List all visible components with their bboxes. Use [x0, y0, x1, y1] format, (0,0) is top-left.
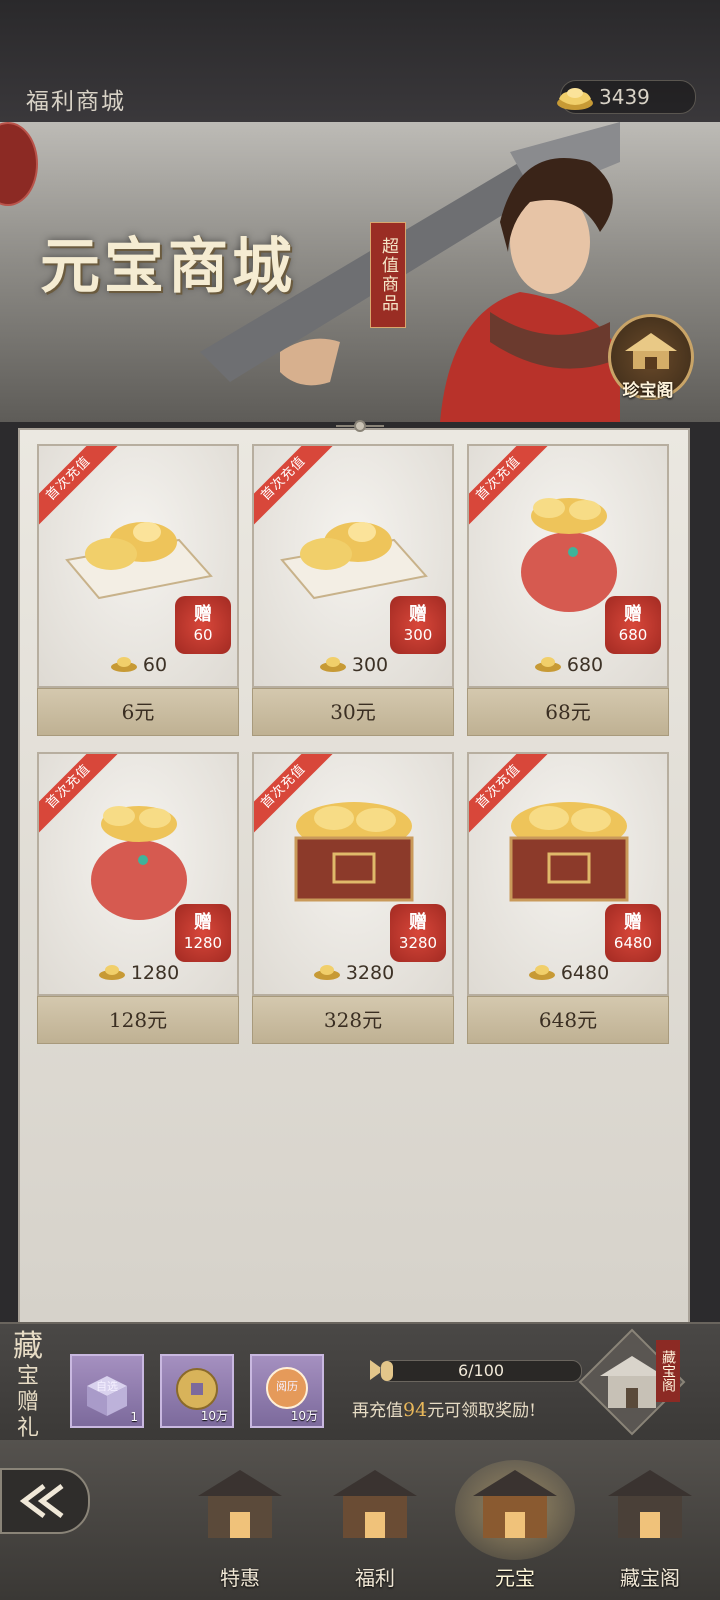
ingot-amount-value: 6480: [560, 962, 610, 984]
price-button[interactable]: 128元: [37, 996, 239, 1044]
bonus-badge: 赠 6480: [605, 904, 661, 962]
product-card[interactable]: 首次充值赠 680 680 68元: [467, 444, 669, 736]
product-image-area: 首次充值赠 3280 3280: [252, 752, 454, 996]
currency-value: 3439: [599, 85, 650, 109]
bonus-label: 赠: [409, 912, 427, 933]
bonus-label: 赠: [194, 912, 212, 933]
back-button[interactable]: [0, 1468, 90, 1534]
treasure-pavilion-shortcut[interactable]: 藏宝阁: [572, 1326, 692, 1440]
ingot-amount-value: 300: [351, 654, 389, 676]
bonus-badge: 赠 60: [175, 596, 231, 654]
page-title: 福利商城: [26, 89, 126, 115]
price-button[interactable]: 68元: [467, 688, 669, 736]
nav-tab[interactable]: 元宝: [440, 1440, 590, 1600]
gift-item-label: 阅历: [276, 1380, 298, 1393]
progress-text: 6/100: [457, 1361, 505, 1380]
banner-tag: 超值商品: [370, 222, 406, 328]
building-icon: [198, 1470, 282, 1538]
product-image-area: 首次充值赠 6480 6480: [467, 752, 669, 996]
gold-ingot-icon: [527, 960, 557, 987]
seal-icon: [0, 122, 38, 206]
gold-ingot-icon: [555, 79, 595, 117]
ingot-amount: 60: [39, 652, 237, 679]
nav-tab-label: 元宝: [495, 1566, 535, 1590]
ingot-amount-value: 680: [566, 654, 604, 676]
gold-ingot-icon: [318, 652, 348, 679]
treasure-pavilion-button[interactable]: 珍宝阁: [606, 314, 694, 404]
nav-tab-label: 特惠: [220, 1566, 260, 1590]
price-button[interactable]: 648元: [467, 996, 669, 1044]
product-image-area: 首次充值赠 680 680: [467, 444, 669, 688]
gift-item-count: 10万: [290, 1409, 318, 1423]
ingot-amount: 300: [254, 652, 452, 679]
building-icon: [473, 1470, 557, 1538]
gift-item-experience[interactable]: 阅历 10万: [250, 1354, 324, 1428]
bonus-label: 赠: [194, 604, 212, 625]
nav-tab[interactable]: 特惠: [165, 1440, 315, 1600]
bottom-nav: 特惠 福利 元宝 藏宝阁: [0, 1440, 720, 1600]
product-image-area: 首次充值赠 300 300: [252, 444, 454, 688]
treasure-pavilion-shortcut-label: 藏宝阁: [656, 1340, 680, 1402]
nav-tab-label: 藏宝阁: [620, 1566, 680, 1590]
ingot-amount-value: 1280: [130, 962, 180, 984]
ingot-amount: 6480: [469, 960, 667, 987]
ingot-amount: 3280: [254, 960, 452, 987]
gift-item-copper-coin[interactable]: 10万: [160, 1354, 234, 1428]
bonus-label: 赠: [409, 604, 427, 625]
treasure-gift-bar: 藏 宝 赠 礼 自选 1 10万 阅历 10万 6/100 再充值94元可领取奖…: [0, 1322, 720, 1442]
double-chevron-left-icon: [19, 1484, 64, 1518]
gift-item-label: 自选: [96, 1380, 118, 1393]
nav-tab[interactable]: 藏宝阁: [575, 1440, 720, 1600]
ingot-amount: 680: [469, 652, 667, 679]
gift-item-count: 10万: [200, 1409, 228, 1423]
gold-ingot-icon: [312, 960, 342, 987]
treasure-gift-title: 藏 宝 赠 礼: [13, 1329, 43, 1442]
bonus-badge: 赠 300: [390, 596, 446, 654]
gold-ingot-icon: [533, 652, 563, 679]
bonus-value: 3280: [398, 934, 438, 952]
bonus-value: 1280: [183, 934, 223, 952]
product-card[interactable]: 首次充值赠 60 60 6元: [37, 444, 239, 736]
nav-tab[interactable]: 福利: [300, 1440, 450, 1600]
product-card[interactable]: 首次充值赠 6480 6480 648元: [467, 752, 669, 1044]
product-card[interactable]: 首次充值赠 1280 1280 128元: [37, 752, 239, 1044]
bonus-badge: 赠 1280: [175, 904, 231, 962]
product-image-area: 首次充值赠 60 60: [37, 444, 239, 688]
currency-display[interactable]: 3439: [557, 80, 696, 114]
bonus-value: 6480: [613, 934, 653, 952]
treasure-pavilion-label: 珍宝阁: [622, 381, 674, 401]
bonus-value: 60: [193, 626, 213, 644]
bonus-label: 赠: [624, 912, 642, 933]
product-card[interactable]: 首次充值赠 3280 3280 328元: [252, 752, 454, 1044]
bonus-value: 680: [618, 626, 648, 644]
recharge-tip: 再充值94元可领取奖励!: [352, 1399, 537, 1421]
building-icon: [608, 1470, 692, 1538]
price-button[interactable]: 328元: [252, 996, 454, 1044]
top-bar: 福利商城 3439: [0, 0, 720, 124]
ingot-amount: 1280: [39, 960, 237, 987]
gift-item-count: 1: [130, 1410, 138, 1424]
bonus-badge: 赠 3280: [390, 904, 446, 962]
bonus-value: 300: [403, 626, 433, 644]
recharge-progress-bar: 6/100: [380, 1360, 582, 1382]
bonus-badge: 赠 680: [605, 596, 661, 654]
ingot-amount-value: 3280: [345, 962, 395, 984]
gold-ingot-icon: [109, 652, 139, 679]
product-card[interactable]: 首次充值赠 300 300 30元: [252, 444, 454, 736]
ornament-icon: [336, 420, 384, 432]
gold-ingot-icon: [97, 960, 127, 987]
price-button[interactable]: 6元: [37, 688, 239, 736]
product-image-area: 首次充值赠 1280 1280: [37, 752, 239, 996]
nav-tab-label: 福利: [355, 1566, 395, 1590]
price-button[interactable]: 30元: [252, 688, 454, 736]
bonus-label: 赠: [624, 604, 642, 625]
shop-banner: 元宝商城 超值商品 珍宝阁: [0, 122, 720, 422]
ingot-amount-value: 60: [142, 654, 168, 676]
building-icon: [333, 1470, 417, 1538]
banner-title: 元宝商城: [40, 232, 296, 302]
gift-item-selectable-box[interactable]: 自选 1: [70, 1354, 144, 1428]
